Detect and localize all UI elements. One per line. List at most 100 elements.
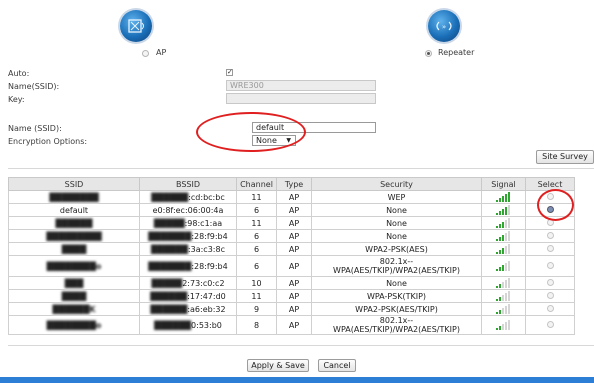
repeater-mode-icon[interactable]: »	[428, 10, 460, 42]
bssid-text: 2:73:c0:c2	[182, 278, 225, 288]
annotation-circle-select	[537, 189, 574, 221]
type-cell: AP	[276, 229, 312, 243]
bssid-text: :a6:eb:32	[187, 304, 226, 314]
name-ssid2-label: Name (SSID):	[8, 124, 62, 133]
ssid-cell: █████████	[8, 229, 140, 243]
bssid-text: :3a:c3:8c	[187, 244, 225, 254]
signal-cell	[481, 203, 526, 217]
type-cell: AP	[276, 216, 312, 230]
table-row: ███ █████2:73:c0:c2 10 AP None	[8, 276, 575, 290]
site-survey-button[interactable]: Site Survey	[536, 150, 594, 164]
ap-label: AP	[156, 48, 167, 57]
select-cell[interactable]	[525, 289, 575, 303]
name-ssid-field[interactable]: WRE300	[226, 80, 376, 91]
auto-label: Auto:	[8, 69, 30, 78]
signal-strength-icon	[496, 244, 511, 254]
select-radio[interactable]	[546, 320, 554, 328]
bssid-cell: █████:98:c1:aa	[139, 216, 237, 230]
ssid-cell: ███	[8, 276, 140, 290]
table-row: ████████o ███████:28:f9:b4 6 AP 802.1x-- WPA(…	[8, 255, 575, 277]
security-text: WPA-PSK(TKIP)	[366, 291, 427, 301]
select-radio[interactable]	[546, 304, 554, 312]
bssid-text: 0:53:b0	[191, 320, 222, 330]
security-cell: None	[311, 276, 482, 290]
ssid-cell: ██████	[8, 216, 140, 230]
signal-cell	[481, 302, 526, 316]
channel-cell: 6	[236, 203, 277, 217]
repeater-radio[interactable]	[425, 50, 432, 57]
select-radio[interactable]	[546, 278, 554, 286]
ssid-cell: ████	[8, 242, 140, 256]
signal-strength-icon	[496, 192, 511, 202]
ap-mode-icon[interactable]	[120, 10, 152, 42]
signal-strength-icon	[496, 205, 511, 215]
ssid-cell: ████████o	[8, 255, 140, 277]
bssid-redacted: █████	[153, 218, 185, 228]
security-text: 802.1x--	[379, 316, 414, 326]
type-cell: AP	[276, 315, 312, 335]
security-text: 802.1x--	[379, 257, 414, 266]
channel-cell: 11	[236, 289, 277, 303]
bssid-cell: ██████0:53:b0	[139, 315, 237, 335]
security-text: None	[386, 218, 407, 228]
ssid-text: ████	[61, 244, 87, 254]
signal-cell	[481, 276, 526, 290]
select-cell[interactable]	[525, 302, 575, 316]
type-cell: AP	[276, 255, 312, 277]
ap-radio[interactable]	[142, 50, 149, 57]
bssid-text: :98:c1:aa	[184, 218, 223, 228]
bssid-cell: ██████:a6:eb:32	[139, 302, 237, 316]
signal-strength-icon	[496, 218, 511, 228]
table-row: default e0:8f:ec:06:00:4a 6 AP None	[8, 203, 575, 217]
select-radio[interactable]	[546, 244, 554, 252]
bssid-text: :28:f9:b4	[191, 261, 228, 271]
security-text: WPA(AES/TKIP)/WPA2(AES/TKIP)	[333, 325, 460, 334]
ssid-text: default	[59, 205, 89, 215]
bssid-cell: ███████:28:f9:b4	[139, 229, 237, 243]
security-text: WPA2-PSK(AES/TKIP)	[355, 304, 438, 314]
cancel-button[interactable]: Cancel	[318, 359, 356, 372]
channel-cell: 6	[236, 229, 277, 243]
select-cell[interactable]	[525, 276, 575, 290]
key-field[interactable]	[226, 93, 376, 104]
security-cell: None	[311, 229, 482, 243]
security-cell: None	[311, 203, 482, 217]
bssid-redacted: ██████	[151, 192, 189, 202]
select-cell[interactable]	[525, 315, 575, 335]
annotation-circle-ssid	[196, 112, 306, 152]
svg-text:»: »	[442, 23, 446, 31]
select-cell[interactable]	[525, 255, 575, 277]
channel-cell: 11	[236, 190, 277, 204]
ssid-text: ██████	[55, 218, 93, 228]
security-cell: WPA-PSK(TKIP)	[311, 289, 482, 303]
signal-strength-icon	[496, 231, 511, 241]
site-survey-table: SSID BSSID Channel Type Security Signal …	[8, 177, 575, 335]
ssid-text: ███	[64, 278, 84, 288]
security-text: None	[386, 278, 407, 288]
security-text: WEP	[387, 192, 406, 202]
signal-strength-icon	[496, 304, 511, 314]
signal-cell	[481, 190, 526, 204]
select-cell[interactable]	[525, 242, 575, 256]
bssid-redacted: ███████	[148, 261, 192, 271]
ssid-text: ████████o	[46, 320, 102, 330]
security-text: WPA(AES/TKIP)/WPA2(AES/TKIP)	[333, 266, 460, 275]
bssid-cell: ██████:17:47:d0	[139, 289, 237, 303]
ssid-text: █████████	[46, 231, 102, 241]
security-text: None	[386, 231, 407, 241]
bssid-redacted: █████	[151, 278, 183, 288]
select-radio[interactable]	[546, 291, 554, 299]
bssid-text: :28:f9:b4	[191, 231, 228, 241]
select-radio[interactable]	[546, 261, 554, 269]
auto-checkbox[interactable]: ✓	[226, 69, 233, 76]
signal-cell	[481, 242, 526, 256]
select-radio[interactable]	[546, 231, 554, 239]
security-text: WPA2-PSK(AES)	[365, 244, 428, 254]
ssid-cell: default	[8, 203, 140, 217]
type-cell: AP	[276, 190, 312, 204]
table-header-row: SSID BSSID Channel Type Security Signal …	[8, 177, 575, 191]
type-cell: AP	[276, 203, 312, 217]
apply-save-button[interactable]: Apply & Save	[247, 359, 309, 372]
signal-strength-icon	[496, 320, 511, 330]
select-cell[interactable]	[525, 229, 575, 243]
